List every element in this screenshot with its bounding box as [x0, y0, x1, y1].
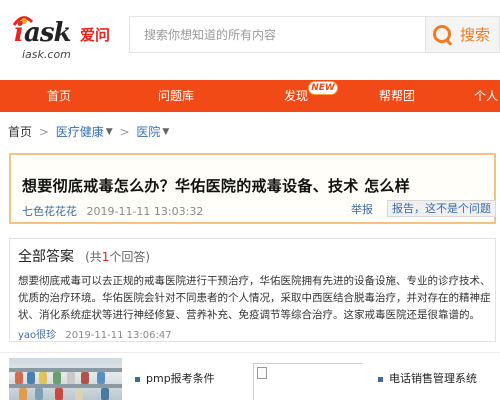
nav-item-question-library[interactable]: 问题库	[158, 80, 194, 112]
logo-i-letter: i	[14, 18, 24, 48]
divider	[0, 352, 500, 353]
question-meta: 七色花花花 2019-11-11 13:03:32	[22, 203, 203, 219]
question-title: 想要彻底戒毒怎么办？华佑医院的戒毒设备、技术 怎么样	[22, 177, 411, 195]
nav-item-help-group[interactable]: 帮帮团	[379, 80, 415, 112]
answers-heading: 全部答案	[18, 249, 74, 265]
logo-domain: iask.com	[22, 48, 71, 61]
answers-count-suffix: 个回答)	[109, 250, 151, 264]
new-badge: NEW	[308, 81, 338, 95]
ad-link-sales-system[interactable]: 电话销售管理系统	[378, 370, 477, 386]
answer-text: 想要彻底戒毒可以去正规的戒毒医院进行干预治疗，华佑医院拥有先进的设备设施、专业的…	[18, 275, 491, 321]
breadcrumb-home[interactable]: 首页	[8, 123, 32, 140]
search-icon	[432, 24, 454, 46]
answer-time: 2019-11-11 13:06:47	[65, 330, 172, 341]
answers-count-prefix: (共	[85, 250, 102, 264]
answer-meta: yao很珍 2019-11-11 13:06:47	[18, 326, 172, 341]
not-a-question-button[interactable]: 报告，这不是个问题	[387, 200, 496, 217]
ad-link-pmp[interactable]: pmp报考条件	[135, 370, 215, 386]
nav-item-home[interactable]: 首页	[47, 80, 71, 112]
answers-header: 全部答案 (共1个回答)	[18, 246, 150, 266]
logo-cn-name: 爱问	[80, 26, 111, 44]
broken-image-placeholder	[253, 363, 363, 400]
answer-author[interactable]: yao很珍	[18, 330, 56, 341]
answers-count: (共1个回答)	[85, 250, 150, 264]
chevron-down-icon[interactable]: ▼	[106, 127, 113, 137]
search-button[interactable]: 搜索	[425, 16, 500, 53]
nav-item-discover[interactable]: 发现	[284, 80, 308, 112]
question-author[interactable]: 七色花花花	[22, 205, 77, 218]
chevron-down-icon[interactable]: ▼	[162, 127, 169, 137]
search-button-label: 搜索	[460, 26, 491, 44]
question-time: 2019-11-11 13:03:32	[86, 205, 204, 218]
question-card: 想要彻底戒毒怎么办？华佑医院的戒毒设备、技术 怎么样 七色花花花 2019-11…	[9, 153, 496, 224]
site-header: i ask 爱问 iask.com 搜索	[0, 0, 500, 75]
breadcrumb-separator: >	[119, 124, 130, 139]
report-link[interactable]: 举报	[351, 201, 373, 217]
ad-link-pmp-label: pmp报考条件	[146, 372, 215, 385]
site-logo[interactable]: i ask 爱问 iask.com	[8, 12, 118, 64]
bullet-square-icon	[135, 376, 140, 382]
breadcrumb-separator: >	[38, 124, 49, 139]
bullet-square-icon	[378, 376, 383, 382]
broken-image-icon	[257, 367, 267, 379]
breadcrumb: 首页 > 医疗健康 ▼ > 医院 ▼	[8, 123, 169, 141]
breadcrumb-medical-health[interactable]: 医疗健康	[56, 123, 104, 140]
breadcrumb-hospital[interactable]: 医院	[136, 123, 160, 140]
answers-section: 全部答案 (共1个回答) 想要彻底戒毒可以去正规的戒毒医院进行干预治疗，华佑医院…	[9, 238, 496, 342]
logo-brand: ask	[24, 18, 71, 48]
search-input[interactable]	[130, 17, 425, 52]
search-field-wrapper	[129, 16, 425, 53]
main-nav: 首页 问题库 发现 帮帮团 个人	[0, 80, 500, 112]
ad-link-sales-system-label: 电话销售管理系统	[389, 372, 477, 385]
ad-thumbnail-image[interactable]	[9, 358, 122, 400]
nav-item-personal[interactable]: 个人	[474, 80, 498, 112]
